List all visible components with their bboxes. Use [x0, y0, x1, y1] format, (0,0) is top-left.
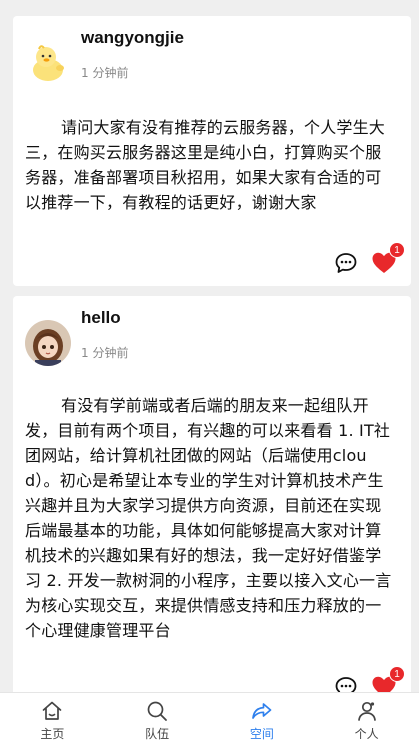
post-time: 1 分钟前	[81, 66, 129, 80]
post-username[interactable]: wangyongjie	[81, 28, 184, 48]
tab-label: 队伍	[145, 727, 170, 741]
tab-home[interactable]: 主页	[0, 693, 105, 744]
tab-label: 空间	[249, 727, 274, 741]
tab-label: 个人	[354, 727, 379, 741]
post-card[interactable]: wangyongjie 1 分钟前 请问大家有没有推荐的云服务器，个人学生大三，…	[13, 16, 411, 286]
share-icon	[252, 703, 272, 719]
post-content: 有没有学前端或者后端的朋友来一起组队开发，目前有两个项目，有兴趣的可以来看看 1…	[25, 396, 392, 640]
post-username[interactable]: hello	[81, 308, 121, 328]
duck-avatar-icon[interactable]	[25, 40, 71, 86]
tab-profile[interactable]: 个人	[314, 693, 419, 744]
anime-girl-avatar-icon[interactable]	[25, 320, 71, 366]
post-actions: 1	[333, 242, 405, 276]
post-time: 1 分钟前	[81, 346, 129, 360]
comment-button[interactable]	[333, 250, 359, 276]
comment-icon	[335, 677, 357, 692]
user-icon	[357, 701, 376, 721]
home-icon	[43, 701, 62, 720]
post-content: 请问大家有没有推荐的云服务器，个人学生大三，在购买云服务器这里是纯小白，打算购买…	[25, 118, 386, 212]
like-button[interactable]: 1	[371, 242, 405, 276]
tab-space[interactable]: 空间	[210, 693, 315, 744]
like-count-badge: 1	[389, 666, 405, 682]
like-count-badge: 1	[389, 242, 405, 258]
search-icon	[147, 701, 168, 721]
post-feed[interactable]: wangyongjie 1 分钟前 请问大家有没有推荐的云服务器，个人学生大三，…	[0, 0, 419, 692]
tab-team[interactable]: 队伍	[105, 693, 210, 744]
tab-label: 主页	[40, 727, 65, 741]
post-actions: 1	[333, 666, 405, 692]
comment-icon	[335, 253, 357, 273]
post-card[interactable]: hello 1 分钟前 有没有学前端或者后端的朋友来一起组队开发，目前有两个项目…	[13, 296, 411, 692]
like-button[interactable]: 1	[371, 666, 405, 692]
comment-button[interactable]	[333, 674, 359, 692]
bottom-tab-bar: 主页 队伍 空间 个人	[0, 692, 419, 744]
